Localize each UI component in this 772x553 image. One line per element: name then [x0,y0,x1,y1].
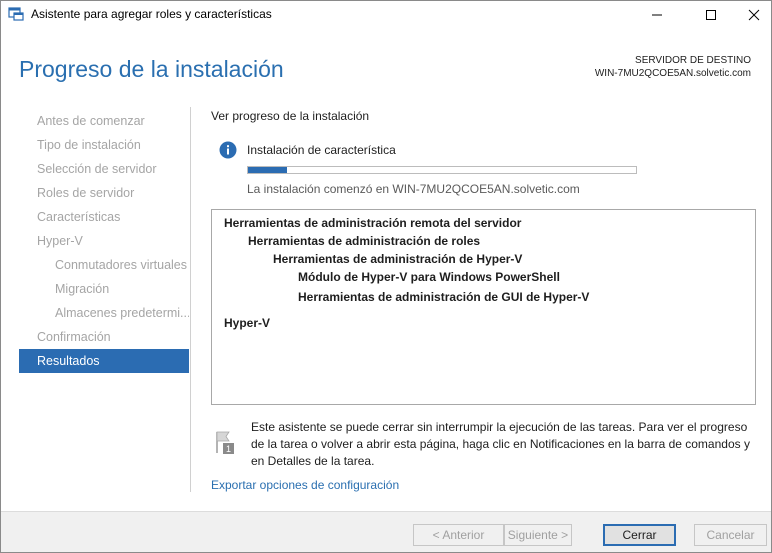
install-progress-caption: La instalación comenzó en WIN-7MU2QCOE5A… [247,182,580,196]
feature-item: Módulo de Hyper-V para Windows PowerShel… [298,270,560,284]
nav-item-seleccion-de-servidor[interactable]: Selección de servidor [19,157,189,181]
nav-divider [190,107,191,492]
nav-item-conmutadores-virtuales[interactable]: Conmutadores virtuales [19,253,189,277]
destination-server-name: WIN-7MU2QCOE5AN.solvetic.com [594,68,751,79]
install-progress-bar [247,166,637,174]
close-button[interactable]: Cerrar [603,524,676,546]
wizard-window: Asistente para agregar roles y caracterí… [0,0,772,553]
export-configuration-link[interactable]: Exportar opciones de configuración [211,478,399,492]
install-status-label: Instalación de característica [247,143,396,157]
page-title: Progreso de la instalación [19,56,284,82]
nav-item-roles-de-servidor[interactable]: Roles de servidor [19,181,189,205]
info-icon [219,141,237,159]
title-bar[interactable]: Asistente para agregar roles y caracterí… [1,1,771,29]
maximize-icon [706,10,716,20]
feature-item: Hyper-V [224,316,271,330]
minimize-button[interactable] [634,1,680,29]
nav-item-hyper-v[interactable]: Hyper-V [19,229,189,253]
next-button[interactable]: Siguiente > [504,524,572,546]
nav-item-almacenes-predeterminados[interactable]: Almacenes predetermi... [19,301,189,325]
close-window-button[interactable] [731,1,771,29]
feature-item: Herramientas de administración de Hyper-… [273,252,523,266]
wizard-footer: < Anterior Siguiente > Cerrar Cancelar [1,511,771,552]
previous-button[interactable]: < Anterior [413,524,504,546]
nav-item-confirmacion[interactable]: Confirmación [19,325,189,349]
maximize-button[interactable] [688,1,734,29]
window-title: Asistente para agregar roles y caracterí… [31,7,272,21]
features-list[interactable]: Herramientas de administración remota de… [211,209,756,405]
feature-item: Herramientas de administración de GUI de… [298,290,590,304]
feature-item: Herramientas de administración remota de… [224,216,522,230]
nav-item-resultados[interactable]: Resultados [19,349,189,373]
nav-item-antes-de-comenzar[interactable]: Antes de comenzar [19,109,189,133]
install-progress-fill [248,167,287,173]
minimize-icon [652,14,662,16]
info-note: Este asistente se puede cerrar sin inter… [251,420,750,468]
nav-item-migracion[interactable]: Migración [19,277,189,301]
close-icon [748,9,760,21]
notification-flag-icon: 1 [216,431,234,454]
feature-item: Herramientas de administración de roles [248,234,481,248]
wizard-nav: Antes de comenzar Tipo de instalación Se… [19,109,189,373]
notification-count: 1 [226,444,231,454]
nav-item-caracteristicas[interactable]: Características [19,205,189,229]
app-icon [8,7,24,21]
destination-server-label: SERVIDOR DE DESTINO [635,55,751,66]
cancel-button[interactable]: Cancelar [694,524,767,546]
nav-item-tipo-de-instalacion[interactable]: Tipo de instalación [19,133,189,157]
section-heading: Ver progreso de la instalación [211,109,370,123]
